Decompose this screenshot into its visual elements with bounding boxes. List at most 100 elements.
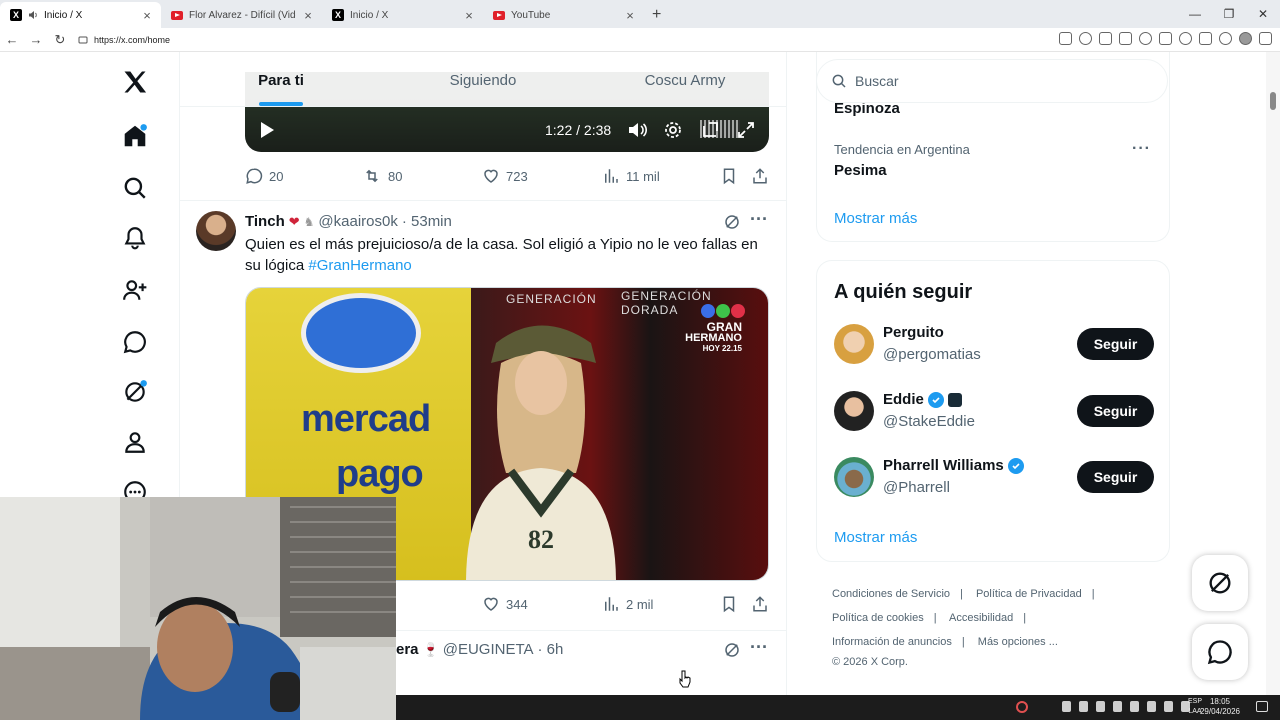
tray-icon[interactable] bbox=[1079, 701, 1088, 712]
like-button[interactable]: 723 bbox=[482, 164, 528, 188]
views-button[interactable]: 11 mil bbox=[602, 164, 660, 188]
forward-icon[interactable]: → bbox=[24, 32, 48, 47]
browser-tab-2[interactable]: Flor Alvarez - Difícil (Video Oficial) × bbox=[161, 2, 322, 28]
favorite-star-icon[interactable] bbox=[1119, 32, 1132, 45]
accessibility-link[interactable]: Accesibilidad bbox=[949, 612, 1013, 624]
site-info-icon[interactable] bbox=[78, 35, 88, 45]
share-icon[interactable] bbox=[751, 592, 769, 616]
follow-suggestion[interactable]: Perguito @pergomatias Seguir bbox=[834, 322, 1154, 366]
tray-icon[interactable] bbox=[1062, 701, 1071, 712]
messages-chat-icon[interactable] bbox=[110, 322, 160, 362]
notifications-bell-icon[interactable] bbox=[110, 218, 160, 258]
bookmark-icon[interactable] bbox=[720, 164, 738, 188]
follow-suggestion[interactable]: Eddie @StakeEddie Seguir bbox=[834, 389, 1154, 433]
author-handle[interactable]: @EUGINETA bbox=[443, 641, 534, 658]
avatar[interactable] bbox=[196, 211, 236, 251]
extensions-icon[interactable] bbox=[1159, 32, 1172, 45]
play-icon[interactable] bbox=[259, 121, 275, 139]
follow-suggestion[interactable]: Pharrell Williams @Pharrell Seguir bbox=[834, 455, 1154, 499]
pip-icon[interactable] bbox=[701, 121, 719, 139]
close-tab-icon[interactable]: × bbox=[141, 8, 153, 23]
grok-floating-button[interactable] bbox=[1192, 555, 1248, 611]
record-icon[interactable] bbox=[1016, 701, 1028, 713]
tray-icon[interactable] bbox=[1096, 701, 1105, 712]
suggestion-name[interactable]: Pharrell Williams bbox=[883, 457, 1024, 474]
settings-gear-icon[interactable] bbox=[664, 121, 682, 139]
author-name[interactable]: era bbox=[396, 641, 419, 658]
profile-avatar-icon[interactable] bbox=[1239, 32, 1252, 45]
follow-button[interactable]: Seguir bbox=[1077, 461, 1154, 493]
more-options-link[interactable]: Más opciones ... bbox=[978, 636, 1058, 648]
views-button[interactable]: 2 mil bbox=[602, 592, 653, 616]
scrollbar-thumb[interactable] bbox=[1270, 92, 1276, 110]
suggestion-handle[interactable]: @StakeEddie bbox=[883, 413, 975, 430]
post-time[interactable]: · 6h bbox=[538, 641, 564, 658]
tab-coscu-army[interactable]: Coscu Army bbox=[584, 55, 786, 106]
reply-button[interactable]: 20 bbox=[245, 164, 283, 188]
terms-link[interactable]: Condiciones de Servicio bbox=[832, 588, 950, 600]
translate-icon[interactable] bbox=[1099, 32, 1112, 45]
downloads-icon[interactable] bbox=[1199, 32, 1212, 45]
tray-icon[interactable] bbox=[1130, 701, 1139, 712]
browser-tab-3[interactable]: X Inicio / X × bbox=[322, 2, 483, 28]
reload-icon[interactable]: ↻ bbox=[48, 32, 72, 48]
avatar[interactable] bbox=[834, 324, 874, 364]
cookies-link[interactable]: Política de cookies bbox=[832, 612, 924, 624]
profile-icon[interactable] bbox=[110, 422, 160, 462]
suggestion-handle[interactable]: @Pharrell bbox=[883, 479, 950, 496]
notifications-center-icon[interactable] bbox=[1256, 701, 1268, 712]
hashtag-link[interactable]: #GranHermano bbox=[308, 257, 411, 274]
trend-more-icon[interactable]: ··· bbox=[1132, 140, 1151, 158]
grok-post-icon[interactable] bbox=[723, 213, 741, 231]
avatar[interactable] bbox=[834, 457, 874, 497]
ads-info-link[interactable]: Información de anuncios bbox=[832, 636, 952, 648]
follow-button[interactable]: Seguir bbox=[1077, 328, 1154, 360]
restore-icon[interactable]: ❐ bbox=[1212, 0, 1246, 28]
home-icon[interactable] bbox=[110, 116, 160, 156]
grok-post-icon[interactable] bbox=[723, 641, 741, 659]
url-field[interactable]: https://x.com/home bbox=[78, 31, 1028, 49]
new-tab-button[interactable]: + bbox=[644, 2, 669, 28]
avatar[interactable] bbox=[834, 391, 874, 431]
reader-icon[interactable] bbox=[1059, 32, 1072, 45]
suggestion-handle[interactable]: @pergomatias bbox=[883, 346, 981, 363]
post-more-icon[interactable]: ··· bbox=[750, 637, 768, 658]
x-logo-icon[interactable] bbox=[110, 62, 160, 102]
repost-button[interactable]: 80 bbox=[362, 164, 402, 188]
who-to-follow-show-more-link[interactable]: Mostrar más bbox=[834, 529, 917, 546]
tab-following[interactable]: Siguiendo bbox=[382, 55, 584, 106]
trends-show-more-link[interactable]: Mostrar más bbox=[834, 210, 917, 227]
fullscreen-icon[interactable] bbox=[737, 121, 755, 139]
bookmark-icon[interactable] bbox=[720, 592, 738, 616]
explore-search-icon[interactable] bbox=[110, 168, 160, 208]
post-time[interactable]: · 53min bbox=[402, 213, 452, 230]
page-scrollbar[interactable] bbox=[1266, 52, 1280, 695]
suggestion-name[interactable]: Eddie bbox=[883, 391, 962, 408]
network-icon[interactable] bbox=[1164, 701, 1173, 712]
close-tab-icon[interactable]: × bbox=[463, 8, 475, 23]
vpn-icon[interactable] bbox=[1219, 32, 1232, 45]
volume-icon[interactable] bbox=[627, 121, 647, 139]
trend-name[interactable]: Pesima bbox=[834, 162, 887, 179]
zoom-icon[interactable] bbox=[1079, 32, 1092, 45]
post-more-icon[interactable]: ··· bbox=[750, 209, 768, 230]
messages-floating-button[interactable] bbox=[1192, 624, 1248, 680]
menu-icon[interactable] bbox=[1259, 32, 1272, 45]
share-icon[interactable] bbox=[751, 164, 769, 188]
follow-add-user-icon[interactable] bbox=[110, 270, 160, 310]
close-tab-icon[interactable]: × bbox=[302, 8, 314, 23]
taskbar-clock[interactable]: 18:05 29/04/2026 bbox=[1200, 697, 1240, 717]
speaker-icon[interactable] bbox=[28, 10, 38, 20]
tray-icon[interactable] bbox=[1147, 701, 1156, 712]
minimize-icon[interactable]: — bbox=[1178, 0, 1212, 28]
like-button[interactable]: 344 bbox=[482, 592, 528, 616]
collections-icon[interactable] bbox=[1179, 32, 1192, 45]
author-handle[interactable]: @kaairos0k bbox=[318, 213, 397, 230]
browser-tab-4[interactable]: YouTube × bbox=[483, 2, 644, 28]
tab-for-you[interactable]: Para ti bbox=[180, 55, 382, 106]
privacy-link[interactable]: Política de Privacidad bbox=[976, 588, 1082, 600]
author-name[interactable]: Tinch bbox=[245, 213, 285, 230]
browser-tab-1[interactable]: X Inicio / X × bbox=[0, 2, 161, 28]
close-tab-icon[interactable]: × bbox=[624, 8, 636, 23]
back-icon[interactable]: ← bbox=[0, 32, 24, 47]
